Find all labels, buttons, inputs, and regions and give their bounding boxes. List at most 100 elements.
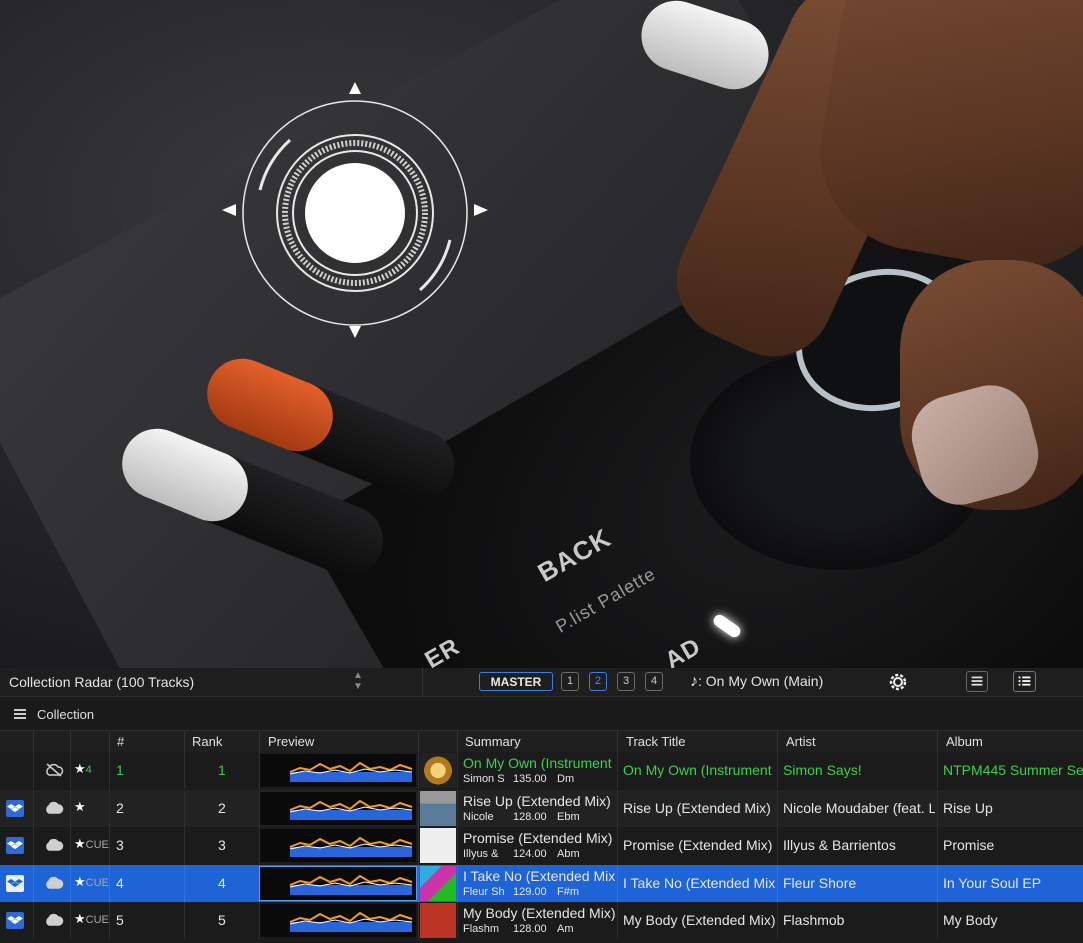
- cloud-off-icon: [46, 763, 64, 777]
- cloud-icon: [46, 913, 64, 926]
- track-title: On My Own (Instrument: [623, 762, 772, 778]
- track-album: Rise Up: [943, 799, 993, 816]
- now-playing: ♪: On My Own (Main): [690, 673, 823, 691]
- list-view-icon[interactable]: [966, 671, 988, 692]
- track-number: 2: [116, 799, 124, 816]
- summary-bpm: 128.00: [513, 923, 547, 935]
- cloud-icon: [46, 801, 64, 814]
- track-number: 5: [116, 912, 124, 928]
- table-row[interactable]: ★CUE 5 5 My Body (Extended Mix) Flashm 128.0…: [0, 902, 1083, 939]
- album-art: [420, 865, 456, 901]
- summary-key: Dm: [557, 773, 575, 785]
- menu-icon[interactable]: [14, 709, 26, 719]
- match-star-icon: ★CUE: [74, 911, 109, 926]
- table-header: # Rank Preview Summary Track Title Artis…: [0, 730, 1083, 753]
- dropbox-icon: [6, 837, 24, 854]
- settings-gear-icon[interactable]: [887, 671, 909, 693]
- column-header-rank[interactable]: Rank: [192, 734, 222, 749]
- album-art: [420, 903, 456, 938]
- track-number: 3: [116, 837, 124, 853]
- waveform-preview[interactable]: [259, 865, 417, 901]
- master-button[interactable]: MASTER: [479, 672, 553, 691]
- cue-indicator: CUE: [85, 914, 109, 926]
- track-number: 4: [116, 874, 124, 891]
- match-star-icon: ★CUE: [74, 873, 109, 889]
- track-rank: 3: [218, 837, 226, 853]
- summary-bpm: 128.00: [513, 810, 547, 823]
- track-artist: Illyus & Barrientos: [783, 837, 896, 853]
- cue-indicator: CUE: [85, 876, 109, 889]
- track-artist: Flashmob: [783, 912, 845, 928]
- table-row[interactable]: ★CUE 3 3 Promise (Extended Mix) Illyus & 124…: [0, 827, 1083, 864]
- track-album: My Body: [943, 912, 998, 928]
- album-art: [420, 828, 456, 863]
- deck-1-button[interactable]: 1: [561, 672, 579, 691]
- column-header-summary[interactable]: Summary: [465, 734, 521, 749]
- track-album: In Your Soul EP: [943, 874, 1042, 891]
- track-rank: 2: [218, 799, 226, 816]
- summary-bpm: 129.00: [513, 885, 547, 898]
- collection-label[interactable]: Collection: [37, 707, 94, 722]
- summary-artist: Simon S: [463, 773, 505, 785]
- track-artist: Nicole Moudaber (feat. L: [783, 799, 935, 816]
- track-rank: 5: [218, 912, 226, 928]
- track-artist: Fleur Shore: [783, 874, 857, 891]
- joystick-icon: [222, 82, 488, 338]
- table-row[interactable]: ★4 1 1 On My Own (Instrument Simon S 135.00 D…: [0, 752, 1083, 789]
- browser-panel: Collection Radar (100 Tracks) ▲ ▼ MASTER …: [0, 668, 1083, 943]
- match-star-icon: ★4: [74, 761, 92, 776]
- track-number: 1: [116, 762, 124, 778]
- summary-artist: Nicole: [463, 810, 494, 823]
- track-title: My Body (Extended Mix): [623, 912, 775, 928]
- summary-artist: Flashm: [463, 923, 500, 935]
- track-rank: 4: [218, 874, 226, 891]
- summary-title: I Take No (Extended Mix: [463, 867, 615, 884]
- deck-4-button[interactable]: 4: [645, 672, 663, 691]
- waveform-preview[interactable]: [260, 791, 416, 825]
- summary-artist: Fleur Sh: [463, 885, 505, 898]
- summary-title: Promise (Extended Mix): [463, 830, 613, 846]
- sort-arrows-icon[interactable]: ▲ ▼: [350, 670, 366, 694]
- cue-indicator: 4: [85, 764, 92, 776]
- track-title: Promise (Extended Mix): [623, 837, 773, 853]
- track-title: Rise Up (Extended Mix): [623, 799, 771, 816]
- dropbox-icon: [6, 912, 24, 929]
- summary-bpm: 135.00: [513, 773, 547, 785]
- table-row[interactable]: ★ 2 2 Rise Up (Extended Mix) Nicole 128.00 Eb…: [0, 789, 1083, 827]
- dropbox-icon: [6, 874, 24, 892]
- match-star-icon: ★: [74, 798, 86, 814]
- column-header-track-title[interactable]: Track Title: [626, 734, 685, 749]
- track-album: NTPM445 Summer Ser: [943, 762, 1083, 778]
- detail-view-icon[interactable]: [1013, 671, 1036, 692]
- track-artist: Simon Says!: [783, 762, 862, 778]
- column-header-album[interactable]: Album: [946, 734, 983, 749]
- playlist-selector[interactable]: Collection Radar (100 Tracks) ▲ ▼: [0, 668, 423, 696]
- track-album: Promise: [943, 837, 995, 853]
- summary-key: Am: [557, 923, 574, 935]
- summary-title: Rise Up (Extended Mix): [463, 792, 611, 809]
- waveform-preview[interactable]: [260, 904, 416, 937]
- track-title: I Take No (Extended Mix: [623, 874, 775, 891]
- cloud-icon: [46, 876, 64, 889]
- summary-title: On My Own (Instrument: [463, 755, 612, 771]
- now-playing-label: : On My Own (Main): [698, 673, 824, 689]
- waveform-preview[interactable]: [260, 829, 416, 862]
- column-header-preview[interactable]: Preview: [268, 734, 314, 749]
- column-header-number[interactable]: #: [117, 734, 124, 749]
- table-row[interactable]: ★CUE 4 4 I Take No (Extended Mix Fleur Sh 12…: [0, 864, 1083, 902]
- deck-2-button[interactable]: 2: [589, 672, 607, 691]
- summary-artist: Illyus &: [463, 848, 499, 860]
- album-art: [420, 753, 456, 788]
- track-rank: 1: [218, 762, 226, 778]
- waveform-preview[interactable]: [260, 754, 416, 787]
- cue-indicator: CUE: [85, 839, 109, 851]
- album-art: [420, 790, 456, 826]
- collection-bar: Collection: [0, 698, 1083, 730]
- column-header-artist[interactable]: Artist: [786, 734, 816, 749]
- summary-key: Ebm: [557, 810, 580, 823]
- summary-key: Abm: [557, 848, 580, 860]
- match-star-icon: ★CUE: [74, 836, 109, 851]
- deck-3-button[interactable]: 3: [617, 672, 635, 691]
- summary-title: My Body (Extended Mix): [463, 905, 615, 921]
- hardware-photo: BACK P.list Palette ER AD: [0, 0, 1083, 668]
